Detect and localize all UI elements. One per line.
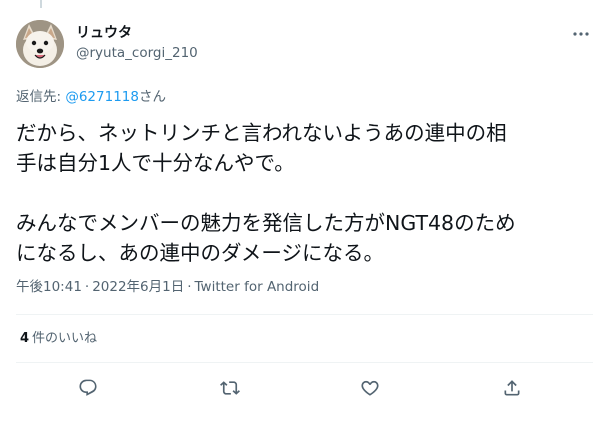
tweet-time[interactable]: 午後10:41 [16, 279, 82, 295]
author-handle[interactable]: @ryuta_corgi_210 [76, 44, 198, 63]
corgi-avatar-icon [16, 20, 64, 68]
share-button[interactable] [498, 374, 526, 402]
tweet-actions [0, 374, 609, 404]
retweet-button[interactable] [216, 374, 244, 402]
likes-count: 4 [20, 331, 30, 346]
tweet-text-line: だから、ネットリンチと言われないようあの連中の相 [16, 121, 507, 145]
meta-separator: · [187, 279, 192, 295]
replying-to: 返信先: @6271118さん [16, 88, 166, 106]
author-display-name[interactable]: リュウタ [76, 24, 198, 43]
tweet-date[interactable]: 2022年6月1日 [92, 279, 184, 295]
tweet-text: だから、ネットリンチと言われないようあの連中の相 手は自分1人で十分なんやで。 … [16, 118, 591, 268]
divider [16, 362, 593, 363]
reply-button[interactable] [74, 374, 102, 402]
replying-to-prefix: 返信先: [16, 89, 66, 105]
likes-count-link[interactable]: 4 件のいいね [20, 330, 97, 348]
like-icon [361, 380, 379, 396]
tweet-text-line: 手は自分1人で十分なんやで。 [16, 151, 295, 175]
share-icon [504, 380, 520, 396]
tweet-meta: 午後10:41 · 2022年6月1日 · Twitter for Android [16, 278, 319, 296]
more-options-icon[interactable] [571, 26, 591, 42]
tweet-source[interactable]: Twitter for Android [195, 279, 320, 295]
avatar[interactable] [16, 20, 64, 68]
tweet-text-line: になるし、あの連中のダメージになる。 [16, 241, 384, 265]
reply-icon [79, 379, 97, 396]
divider [16, 314, 593, 315]
meta-separator: · [84, 279, 90, 295]
thread-connector-line [40, 0, 42, 8]
author-names: リュウタ @ryuta_corgi_210 [76, 24, 198, 63]
retweet-icon [220, 381, 240, 395]
replying-to-mention[interactable]: @6271118 [65, 89, 139, 105]
like-button[interactable] [356, 374, 384, 402]
replying-to-suffix: さん [138, 89, 166, 105]
tweet-text-line: みんなでメンバーの魅力を発信した方がNGT48のため [16, 211, 516, 235]
tweet-header: リュウタ @ryuta_corgi_210 [16, 20, 593, 72]
likes-label: 件のいいね [32, 331, 98, 346]
